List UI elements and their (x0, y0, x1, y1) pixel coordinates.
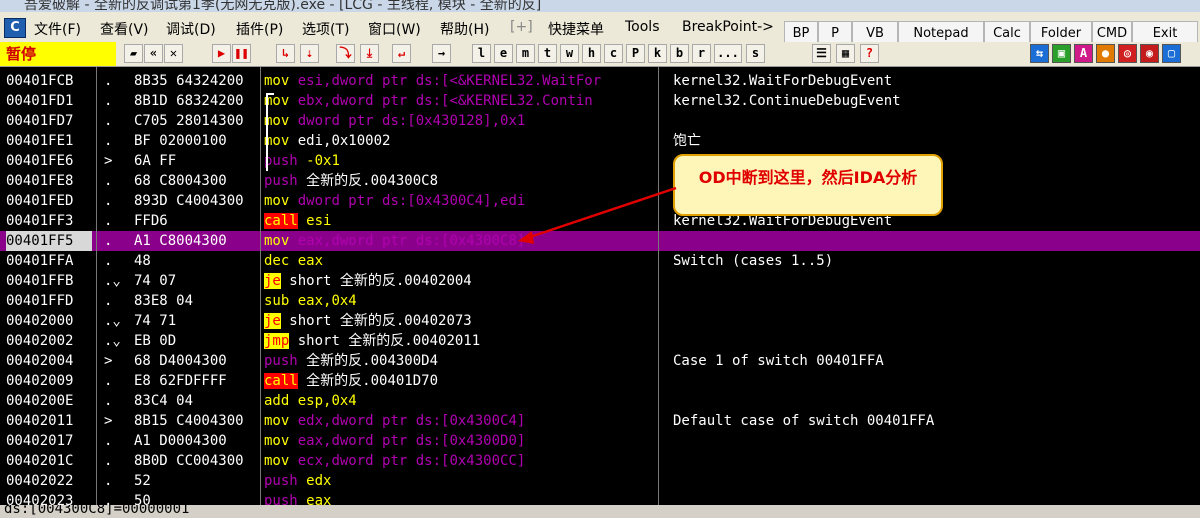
status-text: ds:[004300C8]=00000001 (4, 505, 190, 517)
annotation-arrow (518, 186, 677, 244)
status-bar: ds:[004300C8]=00000001 (0, 505, 1200, 518)
